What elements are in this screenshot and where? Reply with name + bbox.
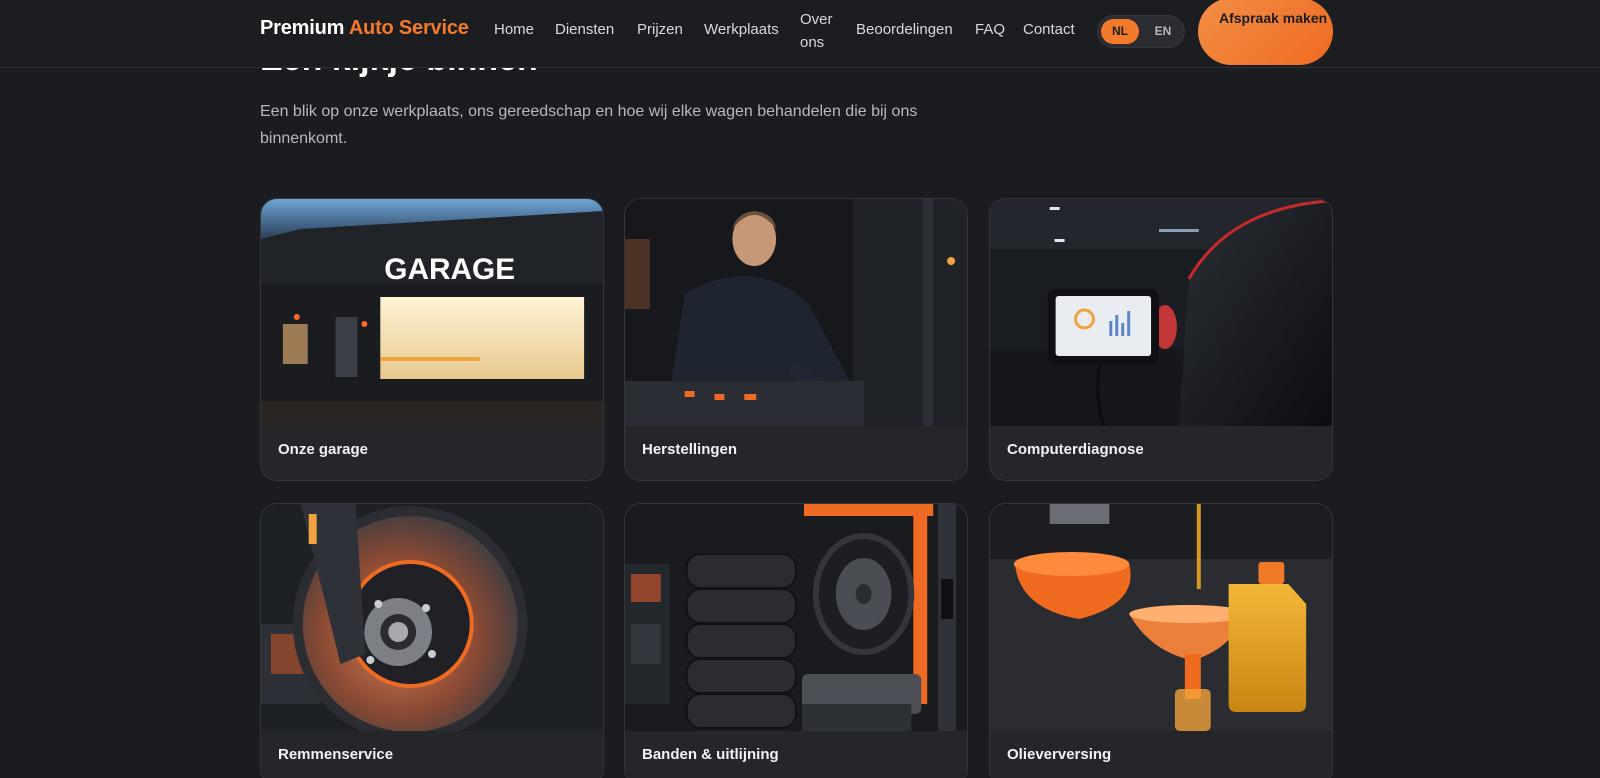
site-header: Premium Auto Service Home Diensten Prijz… xyxy=(0,0,1600,68)
gallery-caption: Olieverversing xyxy=(1007,746,1112,763)
book-appointment-button[interactable]: Afspraak maken xyxy=(1198,0,1333,65)
nav-home[interactable]: Home xyxy=(494,21,534,38)
nav-contact[interactable]: Contact xyxy=(1023,21,1075,38)
brand-name-accent: Auto Service xyxy=(348,17,469,39)
gallery-caption: Herstellingen xyxy=(642,441,738,458)
oil-change-image xyxy=(990,504,1332,731)
tire-stack-image xyxy=(625,504,967,731)
section-subtitle: Een blik op onze werkplaats, ons gereeds… xyxy=(260,103,918,147)
gallery-caption: Onze garage xyxy=(278,441,369,458)
brand-name-primary: Premium xyxy=(260,17,345,39)
language-switcher: NL EN xyxy=(1097,15,1185,48)
language-en-button[interactable]: EN xyxy=(1144,19,1182,44)
brake-disc-image xyxy=(261,504,603,731)
brand-logo[interactable]: Premium Auto Service xyxy=(260,17,469,40)
nav-over-ons[interactable]: Over ons xyxy=(800,8,836,54)
gallery-caption: Computerdiagnose xyxy=(1007,441,1144,458)
mechanic-repair-image xyxy=(625,199,967,426)
garage-sign-text: GARAGE xyxy=(384,253,515,286)
nav-beoordelingen[interactable]: Beoordelingen xyxy=(856,21,953,38)
nav-prijzen[interactable]: Prijzen xyxy=(637,21,683,38)
gallery-card-oil[interactable]: Olieverversing xyxy=(989,503,1333,778)
gallery-card-brakes[interactable]: Remmenservice xyxy=(260,503,604,778)
language-nl-button[interactable]: NL xyxy=(1101,19,1139,44)
nav-faq[interactable]: FAQ xyxy=(975,21,1005,38)
nav-werkplaats[interactable]: Werkplaats xyxy=(704,21,779,38)
nav-diensten[interactable]: Diensten xyxy=(555,21,614,38)
gallery-card-diagnosis[interactable]: Computerdiagnose xyxy=(989,198,1333,481)
gallery-card-tires[interactable]: Banden & uitlijning xyxy=(624,503,968,778)
gallery-card-garage[interactable]: GARAGE Onze garage xyxy=(260,198,604,481)
gallery-card-repairs[interactable]: Herstellingen xyxy=(624,198,968,481)
gallery-caption: Remmenservice xyxy=(278,746,394,763)
garage-exterior-image: GARAGE xyxy=(261,199,603,426)
gallery-caption: Banden & uitlijning xyxy=(642,746,779,763)
diagnostic-tablet-image xyxy=(990,199,1332,426)
